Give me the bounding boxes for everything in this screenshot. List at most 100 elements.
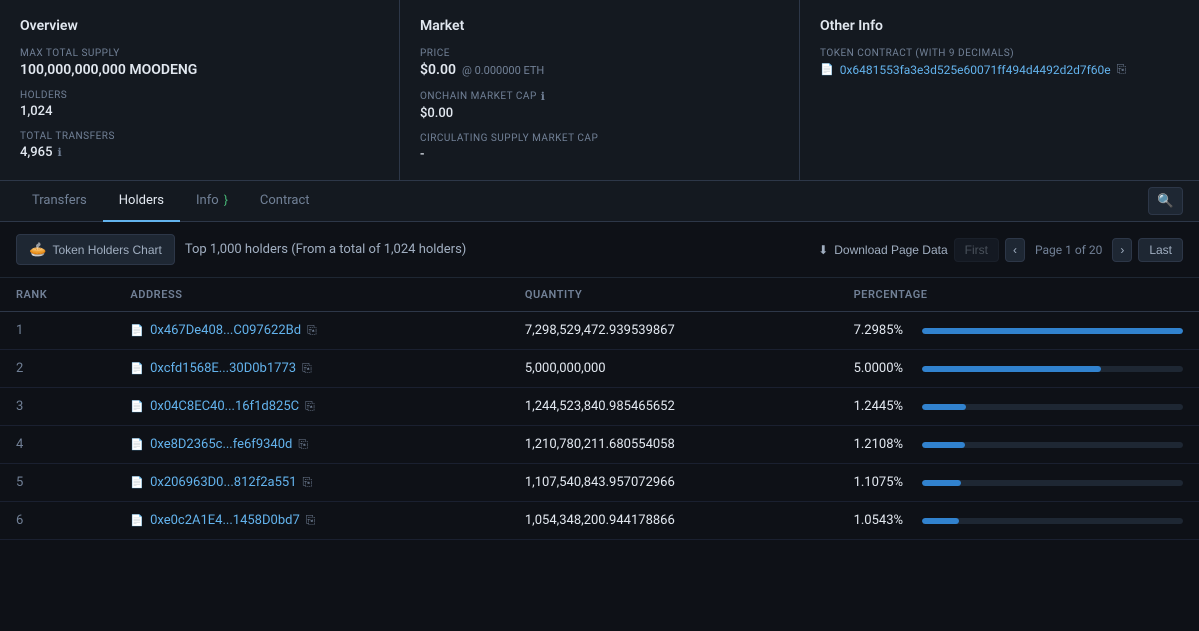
percentage-bar-container <box>922 442 1183 448</box>
download-label: Download Page Data <box>834 243 947 257</box>
contract-label: TOKEN CONTRACT (WITH 9 DECIMALS) <box>820 48 1179 59</box>
table-row: 3 📄 0x04C8EC40...16f1d825C ⎘ 1,244,523,8… <box>0 388 1199 426</box>
rank-cell: 2 <box>0 350 114 388</box>
percentage-cell: 1.1075% <box>838 464 1199 502</box>
other-info-title: Other Info <box>820 18 1179 34</box>
rank-header: Rank <box>0 278 114 312</box>
address-file-icon: 📄 <box>130 476 144 489</box>
other-info-card: Other Info TOKEN CONTRACT (WITH 9 DECIMA… <box>800 0 1199 180</box>
search-icon: 🔍 <box>1157 193 1174 209</box>
tab-holders[interactable]: Holders <box>103 181 180 222</box>
first-button[interactable]: First <box>954 238 999 262</box>
table-row: 4 📄 0xe8D2365c...fe6f9340d ⎘ 1,210,780,2… <box>0 426 1199 464</box>
next-page-button[interactable]: › <box>1112 238 1132 262</box>
address-link[interactable]: 0xe0c2A1E4...1458D0bd7 <box>150 513 300 528</box>
address-link[interactable]: 0x467De408...C097622Bd <box>150 323 301 338</box>
tab-contract[interactable]: Contract <box>244 181 326 222</box>
onchain-cap-info-icon: ℹ <box>541 90 546 103</box>
page-info: Page 1 of 20 <box>1031 243 1106 257</box>
overview-title: Overview <box>20 18 379 34</box>
address-header: Address <box>114 278 509 312</box>
top-cards: Overview MAX TOTAL SUPPLY 100,000,000,00… <box>0 0 1199 181</box>
address-copy-icon[interactable]: ⎘ <box>298 437 308 452</box>
circ-cap-label: CIRCULATING SUPPLY MARKET CAP <box>420 133 779 144</box>
tab-info[interactable]: Info } <box>180 181 244 222</box>
address-copy-icon[interactable]: ⎘ <box>305 399 315 414</box>
percentage-cell: 1.2108% <box>838 426 1199 464</box>
percentage-header: Percentage <box>838 278 1199 312</box>
download-button[interactable]: ⬇ Download Page Data <box>818 243 947 257</box>
holders-value: 1,024 <box>20 104 379 119</box>
holders-description: Top 1,000 holders (From a total of 1,024… <box>185 242 466 257</box>
circ-cap-value: - <box>420 147 779 162</box>
quantity-cell: 1,054,348,200.944178866 <box>509 502 838 540</box>
address-link[interactable]: 0x206963D0...812f2a551 <box>150 475 296 490</box>
percentage-cell: 5.0000% <box>838 350 1199 388</box>
last-button[interactable]: Last <box>1138 238 1183 262</box>
percentage-bar <box>922 518 960 524</box>
market-title: Market <box>420 18 779 34</box>
quantity-header: Quantity <box>509 278 838 312</box>
rank-cell: 6 <box>0 502 114 540</box>
address-link[interactable]: 0xe8D2365c...fe6f9340d <box>150 437 292 452</box>
percentage-label: 5.0000% <box>854 361 914 376</box>
rank-cell: 5 <box>0 464 114 502</box>
percentage-bar <box>922 328 1183 334</box>
holders-table: Rank Address Quantity Percentage 1 📄 0x4… <box>0 278 1199 540</box>
address-cell: 📄 0x04C8EC40...16f1d825C ⎘ <box>114 388 509 426</box>
contract-file-icon: 📄 <box>820 63 834 76</box>
transfers-info-icon: ℹ <box>57 146 61 159</box>
address-file-icon: 📄 <box>130 400 144 413</box>
address-cell: 📄 0xcfd1568E...30D0b1773 ⎘ <box>114 350 509 388</box>
market-card: Market PRICE $0.00 @ 0.000000 ETH ONCHAI… <box>400 0 800 180</box>
contract-row: 📄 0x6481553fa3e3d525e60071ff494d4492d2d7… <box>820 62 1179 77</box>
holders-label: HOLDERS <box>20 90 379 101</box>
transfers-label: TOTAL TRANSFERS <box>20 131 379 142</box>
percentage-label: 7.2985% <box>854 323 914 338</box>
percentage-bar-container <box>922 366 1183 372</box>
rank-cell: 3 <box>0 388 114 426</box>
max-supply-value: 100,000,000,000 MOODENG <box>20 62 379 78</box>
contract-copy-icon[interactable]: ⎘ <box>1117 62 1127 77</box>
address-copy-icon[interactable]: ⎘ <box>307 323 317 338</box>
pagination: ⬇ Download Page Data First ‹ Page 1 of 2… <box>818 238 1183 262</box>
address-link[interactable]: 0xcfd1568E...30D0b1773 <box>150 361 296 376</box>
percentage-bar <box>922 480 962 486</box>
prev-page-button[interactable]: ‹ <box>1005 238 1025 262</box>
percentage-bar-container <box>922 518 1183 524</box>
price-eth: @ 0.000000 ETH <box>462 64 544 77</box>
contract-address[interactable]: 0x6481553fa3e3d525e60071ff494d4492d2d7f6… <box>840 63 1111 77</box>
overview-card: Overview MAX TOTAL SUPPLY 100,000,000,00… <box>0 0 400 180</box>
chart-button[interactable]: 🥧 Token Holders Chart <box>16 234 175 265</box>
percentage-bar-container <box>922 480 1183 486</box>
quantity-cell: 5,000,000,000 <box>509 350 838 388</box>
onchain-cap-value: $0.00 <box>420 106 779 121</box>
price-row: $0.00 @ 0.000000 ETH <box>420 62 779 78</box>
download-icon: ⬇ <box>818 243 828 257</box>
table-header-row: Rank Address Quantity Percentage <box>0 278 1199 312</box>
address-copy-icon[interactable]: ⎘ <box>306 513 316 528</box>
table-row: 5 📄 0x206963D0...812f2a551 ⎘ 1,107,540,8… <box>0 464 1199 502</box>
onchain-cap-label: ONCHAIN MARKET CAP <box>420 91 537 102</box>
info-check-icon: } <box>224 193 228 207</box>
percentage-cell: 1.0543% <box>838 502 1199 540</box>
address-copy-icon[interactable]: ⎘ <box>303 475 313 490</box>
quantity-cell: 7,298,529,472.939539867 <box>509 312 838 350</box>
quantity-cell: 1,107,540,843.957072966 <box>509 464 838 502</box>
address-cell: 📄 0x467De408...C097622Bd ⎘ <box>114 312 509 350</box>
search-button[interactable]: 🔍 <box>1148 187 1183 215</box>
table-row: 6 📄 0xe0c2A1E4...1458D0bd7 ⎘ 1,054,348,2… <box>0 502 1199 540</box>
address-cell: 📄 0xe0c2A1E4...1458D0bd7 ⎘ <box>114 502 509 540</box>
percentage-label: 1.1075% <box>854 475 914 490</box>
address-copy-icon[interactable]: ⎘ <box>302 361 312 376</box>
address-link[interactable]: 0x04C8EC40...16f1d825C <box>150 399 299 414</box>
address-cell: 📄 0xe8D2365c...fe6f9340d ⎘ <box>114 426 509 464</box>
address-file-icon: 📄 <box>130 438 144 451</box>
table-row: 1 📄 0x467De408...C097622Bd ⎘ 7,298,529,4… <box>0 312 1199 350</box>
table-row: 2 📄 0xcfd1568E...30D0b1773 ⎘ 5,000,000,0… <box>0 350 1199 388</box>
pie-chart-icon: 🥧 <box>29 241 46 258</box>
tab-transfers[interactable]: Transfers <box>16 181 103 222</box>
percentage-label: 1.2445% <box>854 399 914 414</box>
percentage-cell: 1.2445% <box>838 388 1199 426</box>
percentage-bar-container <box>922 404 1183 410</box>
